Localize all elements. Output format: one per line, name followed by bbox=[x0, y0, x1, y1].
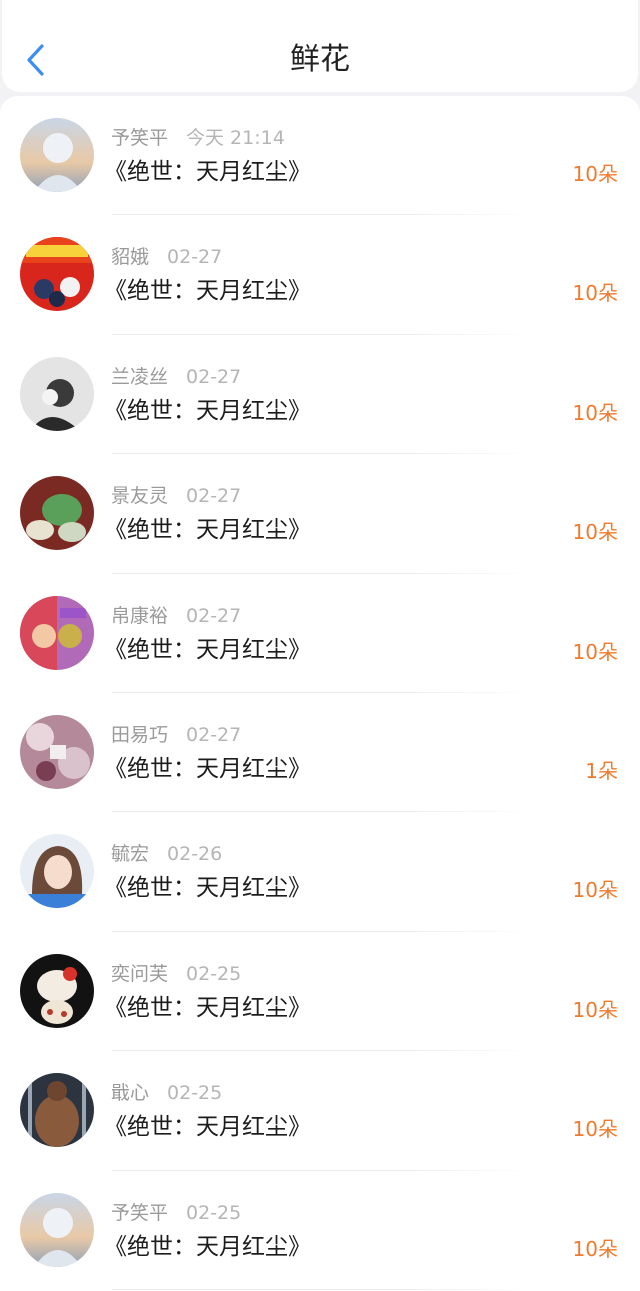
book-title: 《绝世：天月红尘》 bbox=[104, 994, 311, 1021]
flower-count: 10朵 bbox=[572, 639, 618, 664]
avatar[interactable] bbox=[20, 118, 94, 192]
list-item[interactable]: 奕问芙 02-25 《绝世：天月红尘》 10朵 bbox=[0, 932, 640, 1052]
avatar[interactable] bbox=[20, 714, 94, 789]
user-name: 田易巧 bbox=[111, 723, 169, 746]
list-item[interactable]: 戢心 02-25 《绝世：天月红尘》 10朵 bbox=[0, 1051, 640, 1171]
timestamp: 02-27 bbox=[186, 604, 242, 627]
timestamp: 02-25 bbox=[167, 1082, 223, 1105]
timestamp: 今天 21:14 bbox=[186, 127, 285, 149]
flower-count: 10朵 bbox=[572, 162, 618, 186]
user-name: 兰凌丝 bbox=[111, 365, 169, 388]
avatar[interactable] bbox=[20, 1192, 94, 1267]
avatar[interactable] bbox=[20, 1073, 94, 1148]
avatar[interactable] bbox=[20, 476, 94, 551]
book-title: 《绝世：天月红尘》 bbox=[104, 636, 311, 663]
book-title: 《绝世：天月红尘》 bbox=[104, 517, 311, 544]
flower-count: 10朵 bbox=[572, 1117, 618, 1142]
timestamp: 02-27 bbox=[186, 485, 242, 508]
avatar[interactable] bbox=[20, 953, 94, 1028]
divider bbox=[112, 1288, 532, 1290]
page-title: 鲜花 bbox=[290, 42, 350, 77]
user-name: 毓宏 bbox=[111, 843, 150, 866]
list-item[interactable]: 予笑平 今天 21:14 《绝世：天月红尘》 10朵 bbox=[0, 96, 640, 216]
list-item[interactable]: 帛康裕 02-27 《绝世：天月红尘》 10朵 bbox=[0, 574, 640, 693]
list-item[interactable]: 予笑平 02-25 《绝世：天月红尘》 10朵 bbox=[0, 1171, 640, 1290]
user-name: 帛康裕 bbox=[111, 604, 169, 627]
book-title: 《绝世：天月红尘》 bbox=[104, 397, 311, 424]
timestamp: 02-26 bbox=[167, 843, 223, 866]
list-item[interactable]: 田易巧 02-27 《绝世：天月红尘》 1朵 bbox=[0, 693, 640, 813]
user-name: 予笑平 bbox=[111, 1201, 169, 1224]
list-item[interactable]: 景友灵 02-27 《绝世：天月红尘》 10朵 bbox=[0, 454, 640, 574]
user-name: 貂娥 bbox=[111, 246, 150, 269]
book-title: 《绝世：天月红尘》 bbox=[104, 755, 311, 782]
user-name: 景友灵 bbox=[111, 485, 169, 508]
user-name: 予笑平 bbox=[111, 127, 169, 149]
avatar[interactable] bbox=[20, 834, 94, 909]
timestamp: 02-25 bbox=[186, 1201, 242, 1224]
list-item[interactable]: 毓宏 02-26 《绝世：天月红尘》 10朵 bbox=[0, 812, 640, 932]
book-title: 《绝世：天月红尘》 bbox=[104, 159, 311, 185]
avatar[interactable] bbox=[20, 595, 94, 670]
flower-count: 10朵 bbox=[572, 281, 618, 306]
flower-count: 1朵 bbox=[585, 758, 618, 783]
flower-count: 10朵 bbox=[572, 400, 618, 425]
nav-bar: 鲜花 bbox=[2, 0, 638, 92]
avatar[interactable] bbox=[20, 356, 94, 431]
flower-count: 10朵 bbox=[572, 878, 618, 903]
book-title: 《绝世：天月红尘》 bbox=[104, 278, 311, 305]
timestamp: 02-27 bbox=[186, 365, 242, 388]
timestamp: 02-27 bbox=[186, 723, 242, 746]
user-name: 戢心 bbox=[111, 1082, 150, 1105]
flower-count: 10朵 bbox=[572, 520, 618, 545]
flower-record-list: 予笑平 今天 21:14 《绝世：天月红尘》 10朵 貂娥 02-27 《绝世：天月… bbox=[0, 96, 640, 1291]
timestamp: 02-27 bbox=[167, 246, 223, 269]
book-title: 《绝世：天月红尘》 bbox=[104, 875, 311, 902]
user-name: 奕问芙 bbox=[111, 962, 169, 985]
list-item[interactable]: 兰凌丝 02-27 《绝世：天月红尘》 10朵 bbox=[0, 335, 640, 455]
timestamp: 02-25 bbox=[186, 962, 242, 985]
flower-count: 10朵 bbox=[572, 997, 618, 1022]
list-item[interactable]: 貂娥 02-27 《绝世：天月红尘》 10朵 bbox=[0, 215, 640, 335]
avatar[interactable] bbox=[20, 237, 94, 312]
book-title: 《绝世：天月红尘》 bbox=[104, 1114, 311, 1141]
flower-count: 10朵 bbox=[572, 1236, 618, 1261]
book-title: 《绝世：天月红尘》 bbox=[104, 1233, 311, 1260]
